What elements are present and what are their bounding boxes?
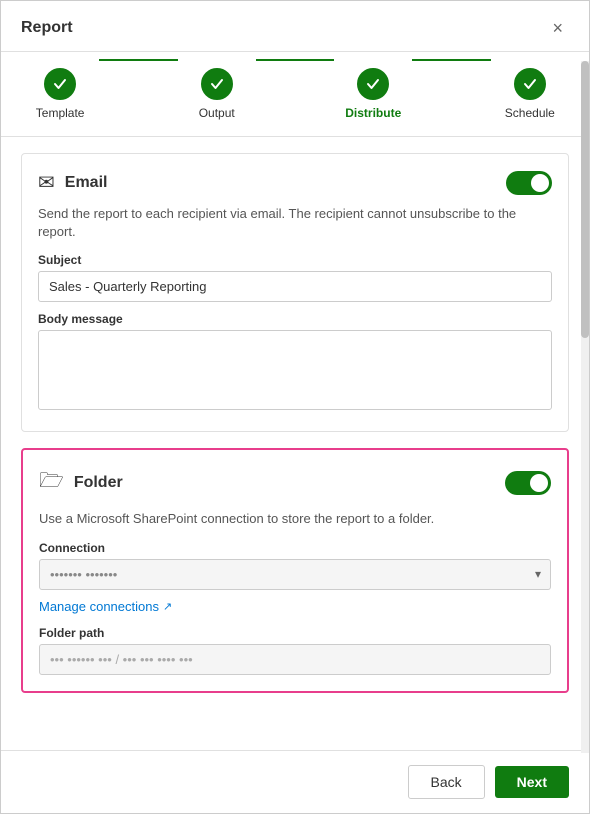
step-label-output: Output <box>199 106 235 120</box>
step-circle-template <box>44 68 76 100</box>
scrollbar[interactable] <box>581 61 589 753</box>
step-output: Output <box>199 68 235 120</box>
manage-connections-label: Manage connections <box>39 599 159 614</box>
step-line-1 <box>99 59 177 61</box>
close-button[interactable]: × <box>546 17 569 39</box>
external-link-icon: ↗ <box>163 600 172 613</box>
step-template: Template <box>36 68 85 120</box>
report-dialog: Report × Template Outp <box>0 0 590 814</box>
folder-title-area: 🗁 Folder <box>39 466 123 500</box>
manage-connections-link[interactable]: Manage connections ↗ <box>39 599 172 614</box>
folder-section: 🗁 Folder Use a Microsoft SharePoint conn… <box>21 448 569 692</box>
email-toggle[interactable] <box>506 171 552 195</box>
step-circle-schedule <box>514 68 546 100</box>
email-title-area: ✉ Email <box>38 170 107 195</box>
folder-description: Use a Microsoft SharePoint connection to… <box>39 510 551 528</box>
folder-path-input[interactable] <box>39 644 551 675</box>
dialog-header: Report × <box>1 1 589 52</box>
step-distribute: Distribute <box>345 68 401 120</box>
email-description: Send the report to each recipient via em… <box>38 205 552 241</box>
folder-path-label: Folder path <box>39 626 551 640</box>
step-label-distribute: Distribute <box>345 106 401 120</box>
dialog-footer: Back Next <box>1 750 589 813</box>
subject-label: Subject <box>38 253 552 267</box>
subject-input[interactable] <box>38 271 552 302</box>
stepper: Template Output Di <box>1 52 589 137</box>
folder-title: Folder <box>74 474 123 492</box>
connection-select-wrapper: ••••••• ••••••• ▾ <box>39 559 551 590</box>
step-line-2 <box>256 59 334 61</box>
body-label: Body message <box>38 312 552 326</box>
step-schedule: Schedule <box>505 68 555 120</box>
email-title: Email <box>65 174 108 192</box>
next-button[interactable]: Next <box>495 766 569 798</box>
back-button[interactable]: Back <box>408 765 485 799</box>
email-icon: ✉ <box>38 170 55 195</box>
dialog-body: ✉ Email Send the report to each recipien… <box>1 137 589 750</box>
step-circle-output <box>201 68 233 100</box>
step-label-schedule: Schedule <box>505 106 555 120</box>
body-textarea[interactable] <box>38 330 552 410</box>
dialog-title: Report <box>21 19 73 37</box>
step-circle-distribute <box>357 68 389 100</box>
email-section: ✉ Email Send the report to each recipien… <box>21 153 569 432</box>
folder-section-header: 🗁 Folder <box>39 466 551 500</box>
folder-icon: 🗁 <box>39 466 64 500</box>
email-section-header: ✉ Email <box>38 170 552 195</box>
step-label-template: Template <box>36 106 85 120</box>
scroll-thumb <box>581 61 589 338</box>
connection-label: Connection <box>39 541 551 555</box>
connection-select[interactable]: ••••••• ••••••• <box>39 559 551 590</box>
step-line-3 <box>412 59 490 61</box>
folder-toggle[interactable] <box>505 471 551 495</box>
